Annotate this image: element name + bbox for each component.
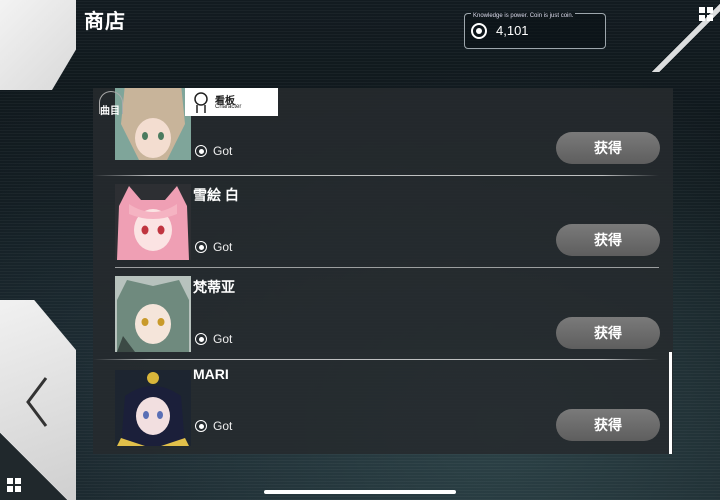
page-title: 商店 xyxy=(84,11,126,33)
row-divider xyxy=(93,359,659,360)
coin-icon xyxy=(471,23,487,39)
status-got: Got xyxy=(195,332,232,346)
back-button[interactable] xyxy=(18,372,58,432)
radio-icon xyxy=(195,145,207,157)
tab-sublabel: Character xyxy=(215,104,242,110)
shop-panel: Got 获得 雪絵 白 Got 获得 梵蒂亚 Got 获得 MARI Got 获… xyxy=(93,88,673,454)
acquire-button[interactable]: 获得 xyxy=(556,317,660,349)
scrollbar[interactable] xyxy=(669,352,672,454)
avatar xyxy=(115,370,191,446)
person-icon xyxy=(191,91,211,120)
status-got: Got xyxy=(195,144,232,158)
tab-bar: 曲目 看板 Character xyxy=(93,88,673,117)
avatar xyxy=(115,184,191,260)
status-got: Got xyxy=(195,419,232,433)
coin-value: 4,101 xyxy=(496,23,529,38)
character-name: 梵蒂亚 xyxy=(193,279,235,295)
tab-label: 曲目 xyxy=(100,106,120,117)
home-indicator[interactable] xyxy=(264,490,456,494)
acquire-button[interactable]: 获得 xyxy=(556,224,660,256)
list-item: 雪絵 白 Got 获得 xyxy=(93,176,660,268)
radio-icon xyxy=(195,241,207,253)
acquire-button[interactable]: 获得 xyxy=(556,409,660,441)
list-item: 梵蒂亚 Got 获得 xyxy=(93,268,660,360)
chevron-left-icon xyxy=(26,377,48,427)
radio-icon xyxy=(195,420,207,432)
avatar xyxy=(115,276,191,352)
bottom-grid-icon[interactable] xyxy=(7,478,21,492)
menu-grid-icon[interactable] xyxy=(699,7,713,21)
tab-songs[interactable]: 曲目 xyxy=(93,88,185,117)
status-got: Got xyxy=(195,240,232,254)
list-item: MARI Got 获得 xyxy=(93,361,660,453)
coin-counter: Knowledge is power. Coin is just coin. 4… xyxy=(464,13,606,49)
acquire-button[interactable]: 获得 xyxy=(556,132,660,164)
character-name: MARI xyxy=(193,366,229,382)
radio-icon xyxy=(195,333,207,345)
character-name: 雪絵 白 xyxy=(193,187,239,203)
coin-motto: Knowledge is power. Coin is just coin. xyxy=(471,13,576,19)
tab-character[interactable]: 看板 Character xyxy=(185,88,278,116)
